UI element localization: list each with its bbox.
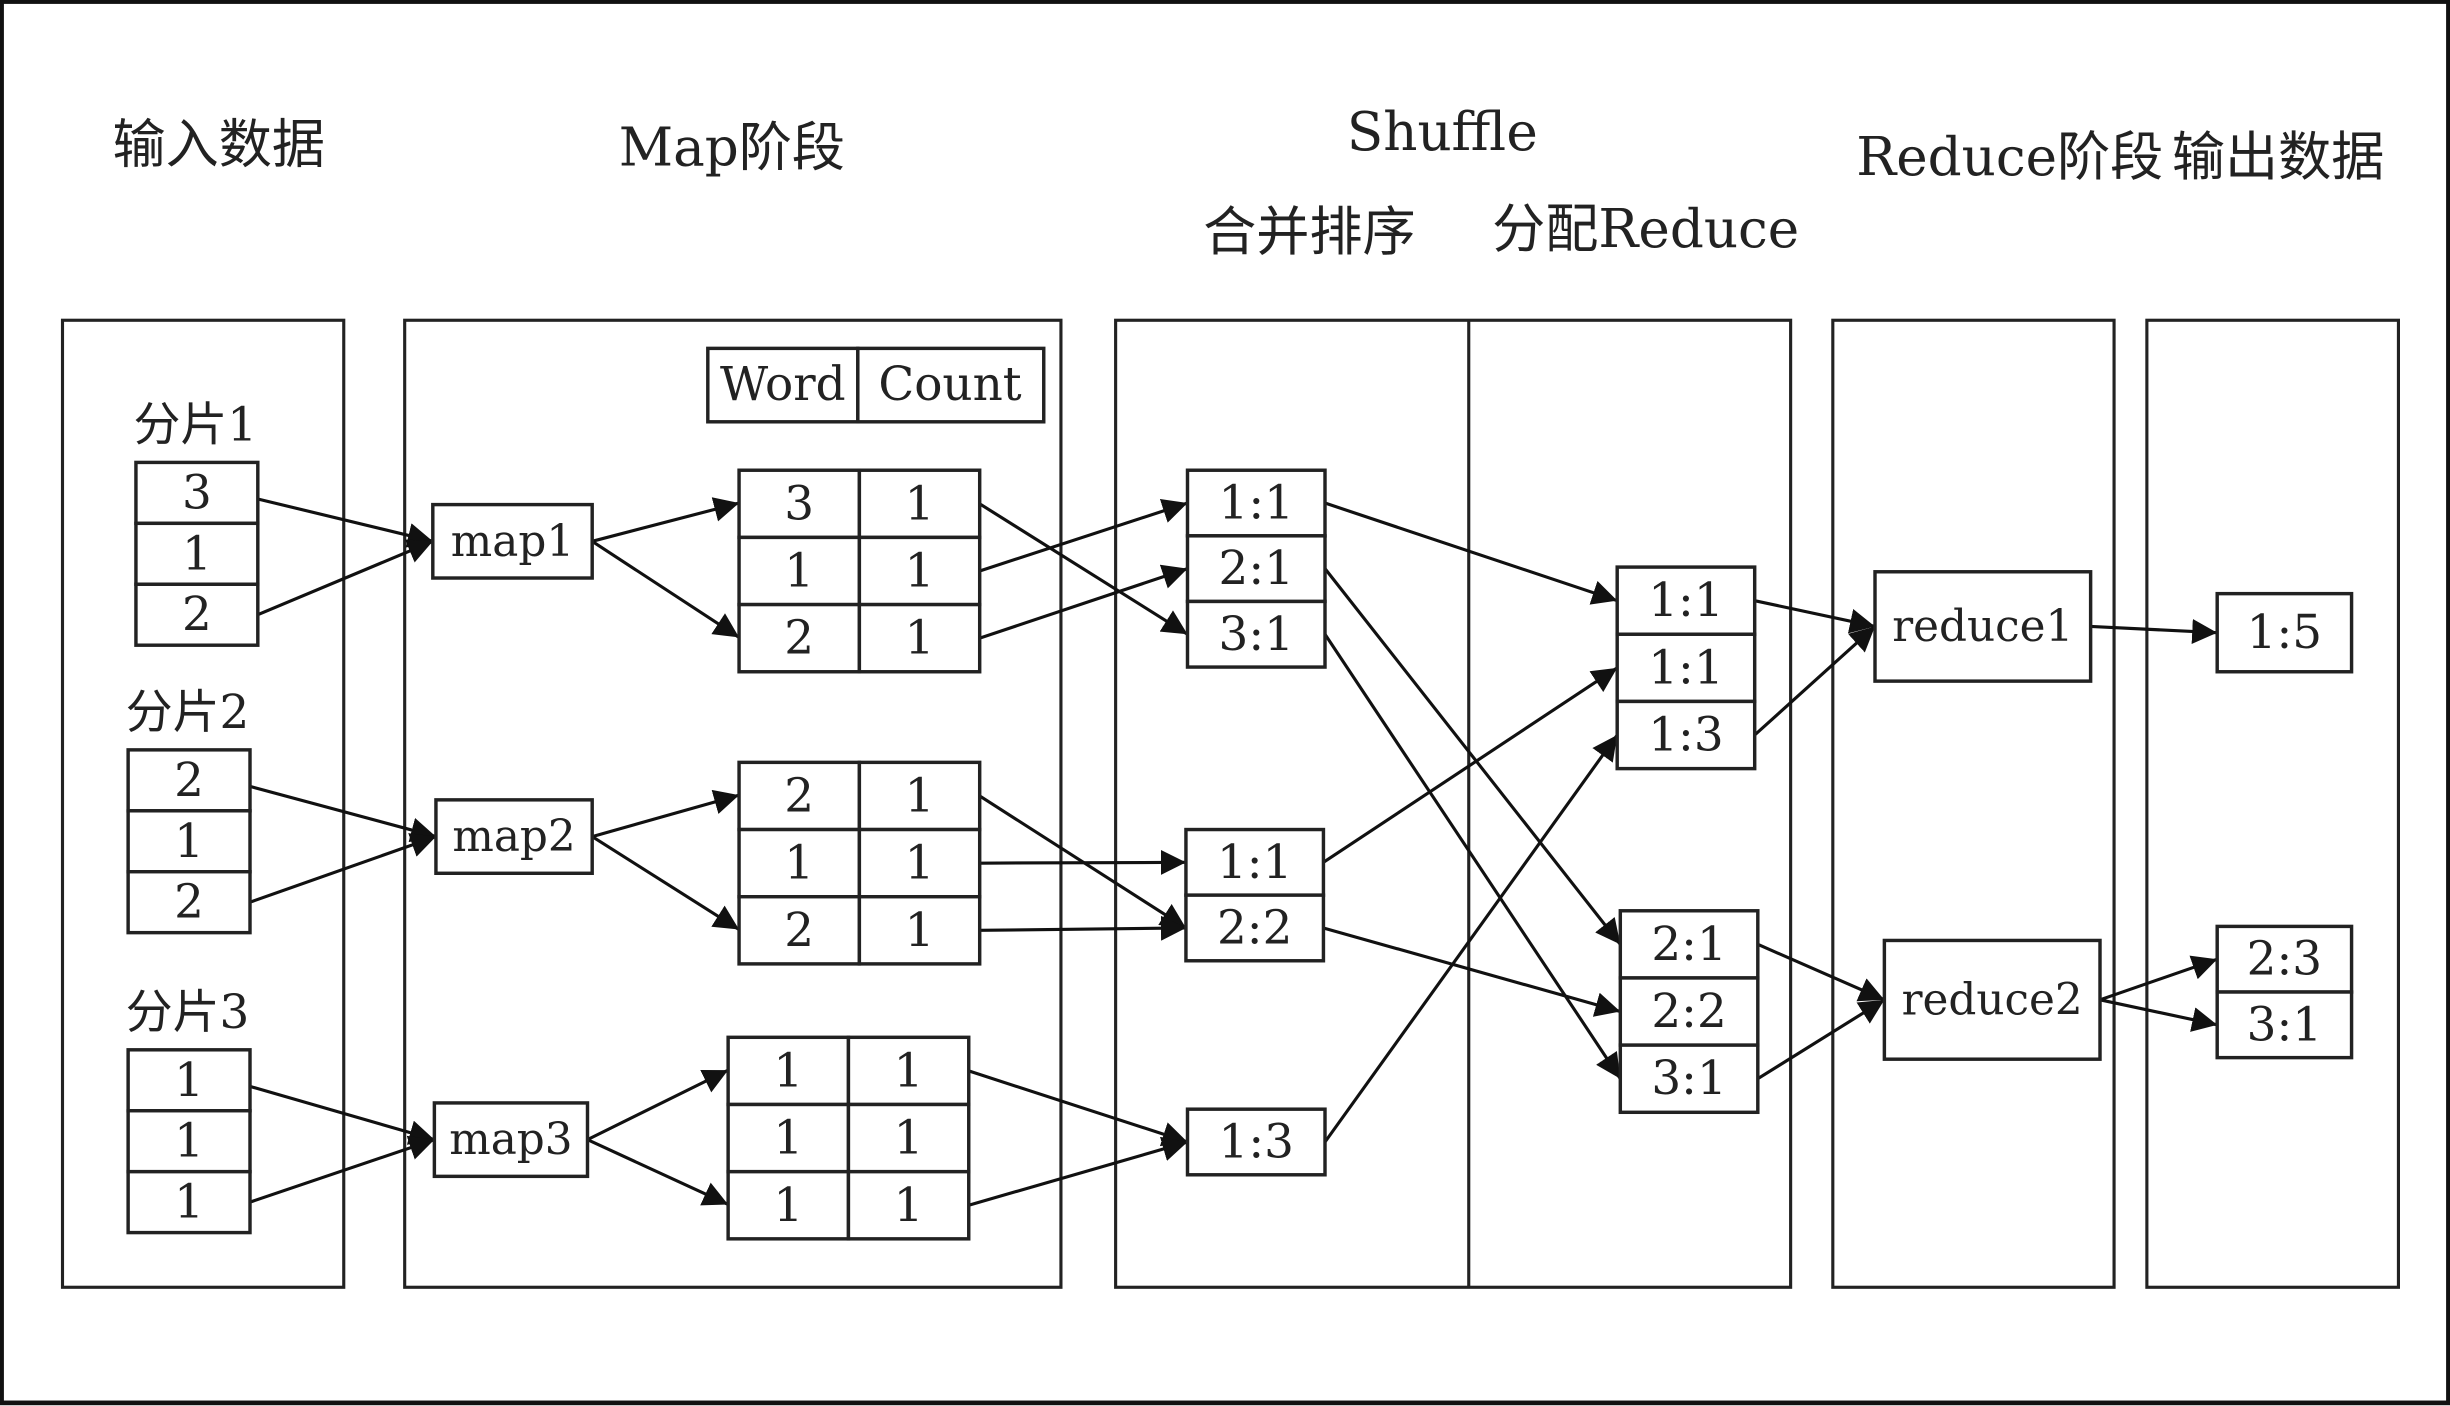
map-output-table: 1 1 1 1 1 1 [726, 1035, 971, 1241]
sorted-group-cell-text: 2:2 [1217, 900, 1292, 955]
map-output-cell-text: 1 [784, 543, 814, 598]
output-group: 2:33:1 [2215, 924, 2354, 1060]
map-output-table: 3 1 1 1 2 1 [737, 468, 982, 674]
assigned-group-cell-text: 1:3 [1648, 708, 1723, 763]
sorted-group-cell-text: 1:3 [1219, 1114, 1294, 1169]
split-3: 1 1 1 [126, 1048, 252, 1235]
split-label: 分片2 [126, 685, 250, 740]
map-output-cell-text: 1 [773, 1111, 803, 1166]
sorted-group: 1:12:2 [1184, 827, 1326, 963]
header-input: 输入数据 [113, 113, 325, 175]
header-assign-reduce: 分配Reduce [1492, 198, 1799, 260]
split-2-cell-text: 1 [174, 814, 204, 869]
assigned-group-cell-text: 1:1 [1648, 640, 1723, 695]
mapper-label: map1 [451, 516, 574, 567]
header-output: 输出数据 [2172, 126, 2384, 188]
split-1-cell-text: 3 [182, 465, 212, 520]
assigned-group: 2:1 2:2 3:1 [1618, 909, 1760, 1115]
map-output-cell-text: 1 [905, 476, 935, 531]
split-2-cell-text: 2 [174, 875, 204, 930]
map-output-table: 2 1 1 1 2 1 [737, 760, 982, 966]
map-output-cell-text: 1 [894, 1178, 924, 1233]
map-output-cell-text: 1 [773, 1043, 803, 1098]
map-output-cell-text: 1 [905, 836, 935, 891]
output-group: 1:5 [2215, 591, 2354, 674]
assigned-group: 1:1 1:1 1:3 [1615, 565, 1757, 771]
legend-word: Word [720, 357, 846, 412]
mapper-label: map2 [452, 811, 575, 862]
legend-count: Count [878, 357, 1021, 412]
split-3-cell-text: 1 [174, 1175, 204, 1230]
map-output-cell-text: 2 [784, 903, 814, 958]
sorted-group: 1:3 [1185, 1107, 1327, 1177]
sorted-group: 1:1 2:1 3:1 [1185, 468, 1327, 669]
split-label: 分片1 [134, 397, 258, 452]
map-output-cell-text: 1 [894, 1043, 924, 1098]
reducer-label: reduce1 [1892, 601, 2073, 652]
map-output-cell-text: 1 [905, 543, 935, 598]
assigned-group-cell-text: 1:1 [1648, 573, 1723, 628]
assigned-group-cell-text: 3:1 [1651, 1051, 1726, 1106]
map-output-cell-text: 1 [905, 903, 935, 958]
map-output-cell-text: 1 [784, 836, 814, 891]
map-output-cell-text: 3 [784, 476, 814, 531]
sorted-group-cell-text: 1:1 [1219, 476, 1294, 531]
sorted-group-cell-text: 1:1 [1217, 835, 1292, 890]
map-output-cell-text: 1 [894, 1111, 924, 1166]
map-output-cell-text: 1 [773, 1178, 803, 1233]
assigned-group-cell-text: 2:1 [1651, 917, 1726, 972]
map-output-cell-text: 2 [784, 611, 814, 666]
header-map: Map阶段 [619, 117, 845, 179]
header-reduce: Reduce阶段 [1856, 126, 2163, 188]
flow-arrow [979, 849, 1186, 875]
map-output-cell-text: 2 [784, 768, 814, 823]
output-group-cell-text: 2:3 [2247, 932, 2322, 987]
header-merge-sort: 合并排序 [1203, 201, 1415, 263]
split-1-cell-text: 2 [182, 587, 212, 642]
mapper-label: map3 [449, 1114, 572, 1165]
sorted-group-cell-text: 2:1 [1219, 541, 1294, 596]
split-1-cell-text: 1 [182, 526, 212, 581]
mapreduce-diagram: 输入数据 Map阶段 Shuffle 合并排序 分配Reduce Reduce阶… [0, 0, 2450, 1406]
split-1: 3 1 2 [134, 460, 260, 647]
map-output-cell-text: 1 [905, 611, 935, 666]
split-3-cell-text: 1 [174, 1114, 204, 1169]
reducer-label: reduce2 [1902, 974, 2083, 1025]
sorted-group-cell-text: 3:1 [1219, 607, 1294, 662]
output-group-cell-text: 3:1 [2247, 997, 2322, 1052]
assigned-group-cell-text: 2:2 [1651, 984, 1726, 1039]
split-label: 分片3 [126, 985, 250, 1040]
output-group-cell-text: 1:5 [2247, 605, 2322, 660]
split-2-cell-text: 2 [174, 753, 204, 808]
split-2: 2 1 2 [126, 748, 252, 935]
split-3-cell-text: 1 [174, 1053, 204, 1108]
header-shuffle: Shuffle [1347, 101, 1538, 163]
map-output-cell-text: 1 [905, 768, 935, 823]
